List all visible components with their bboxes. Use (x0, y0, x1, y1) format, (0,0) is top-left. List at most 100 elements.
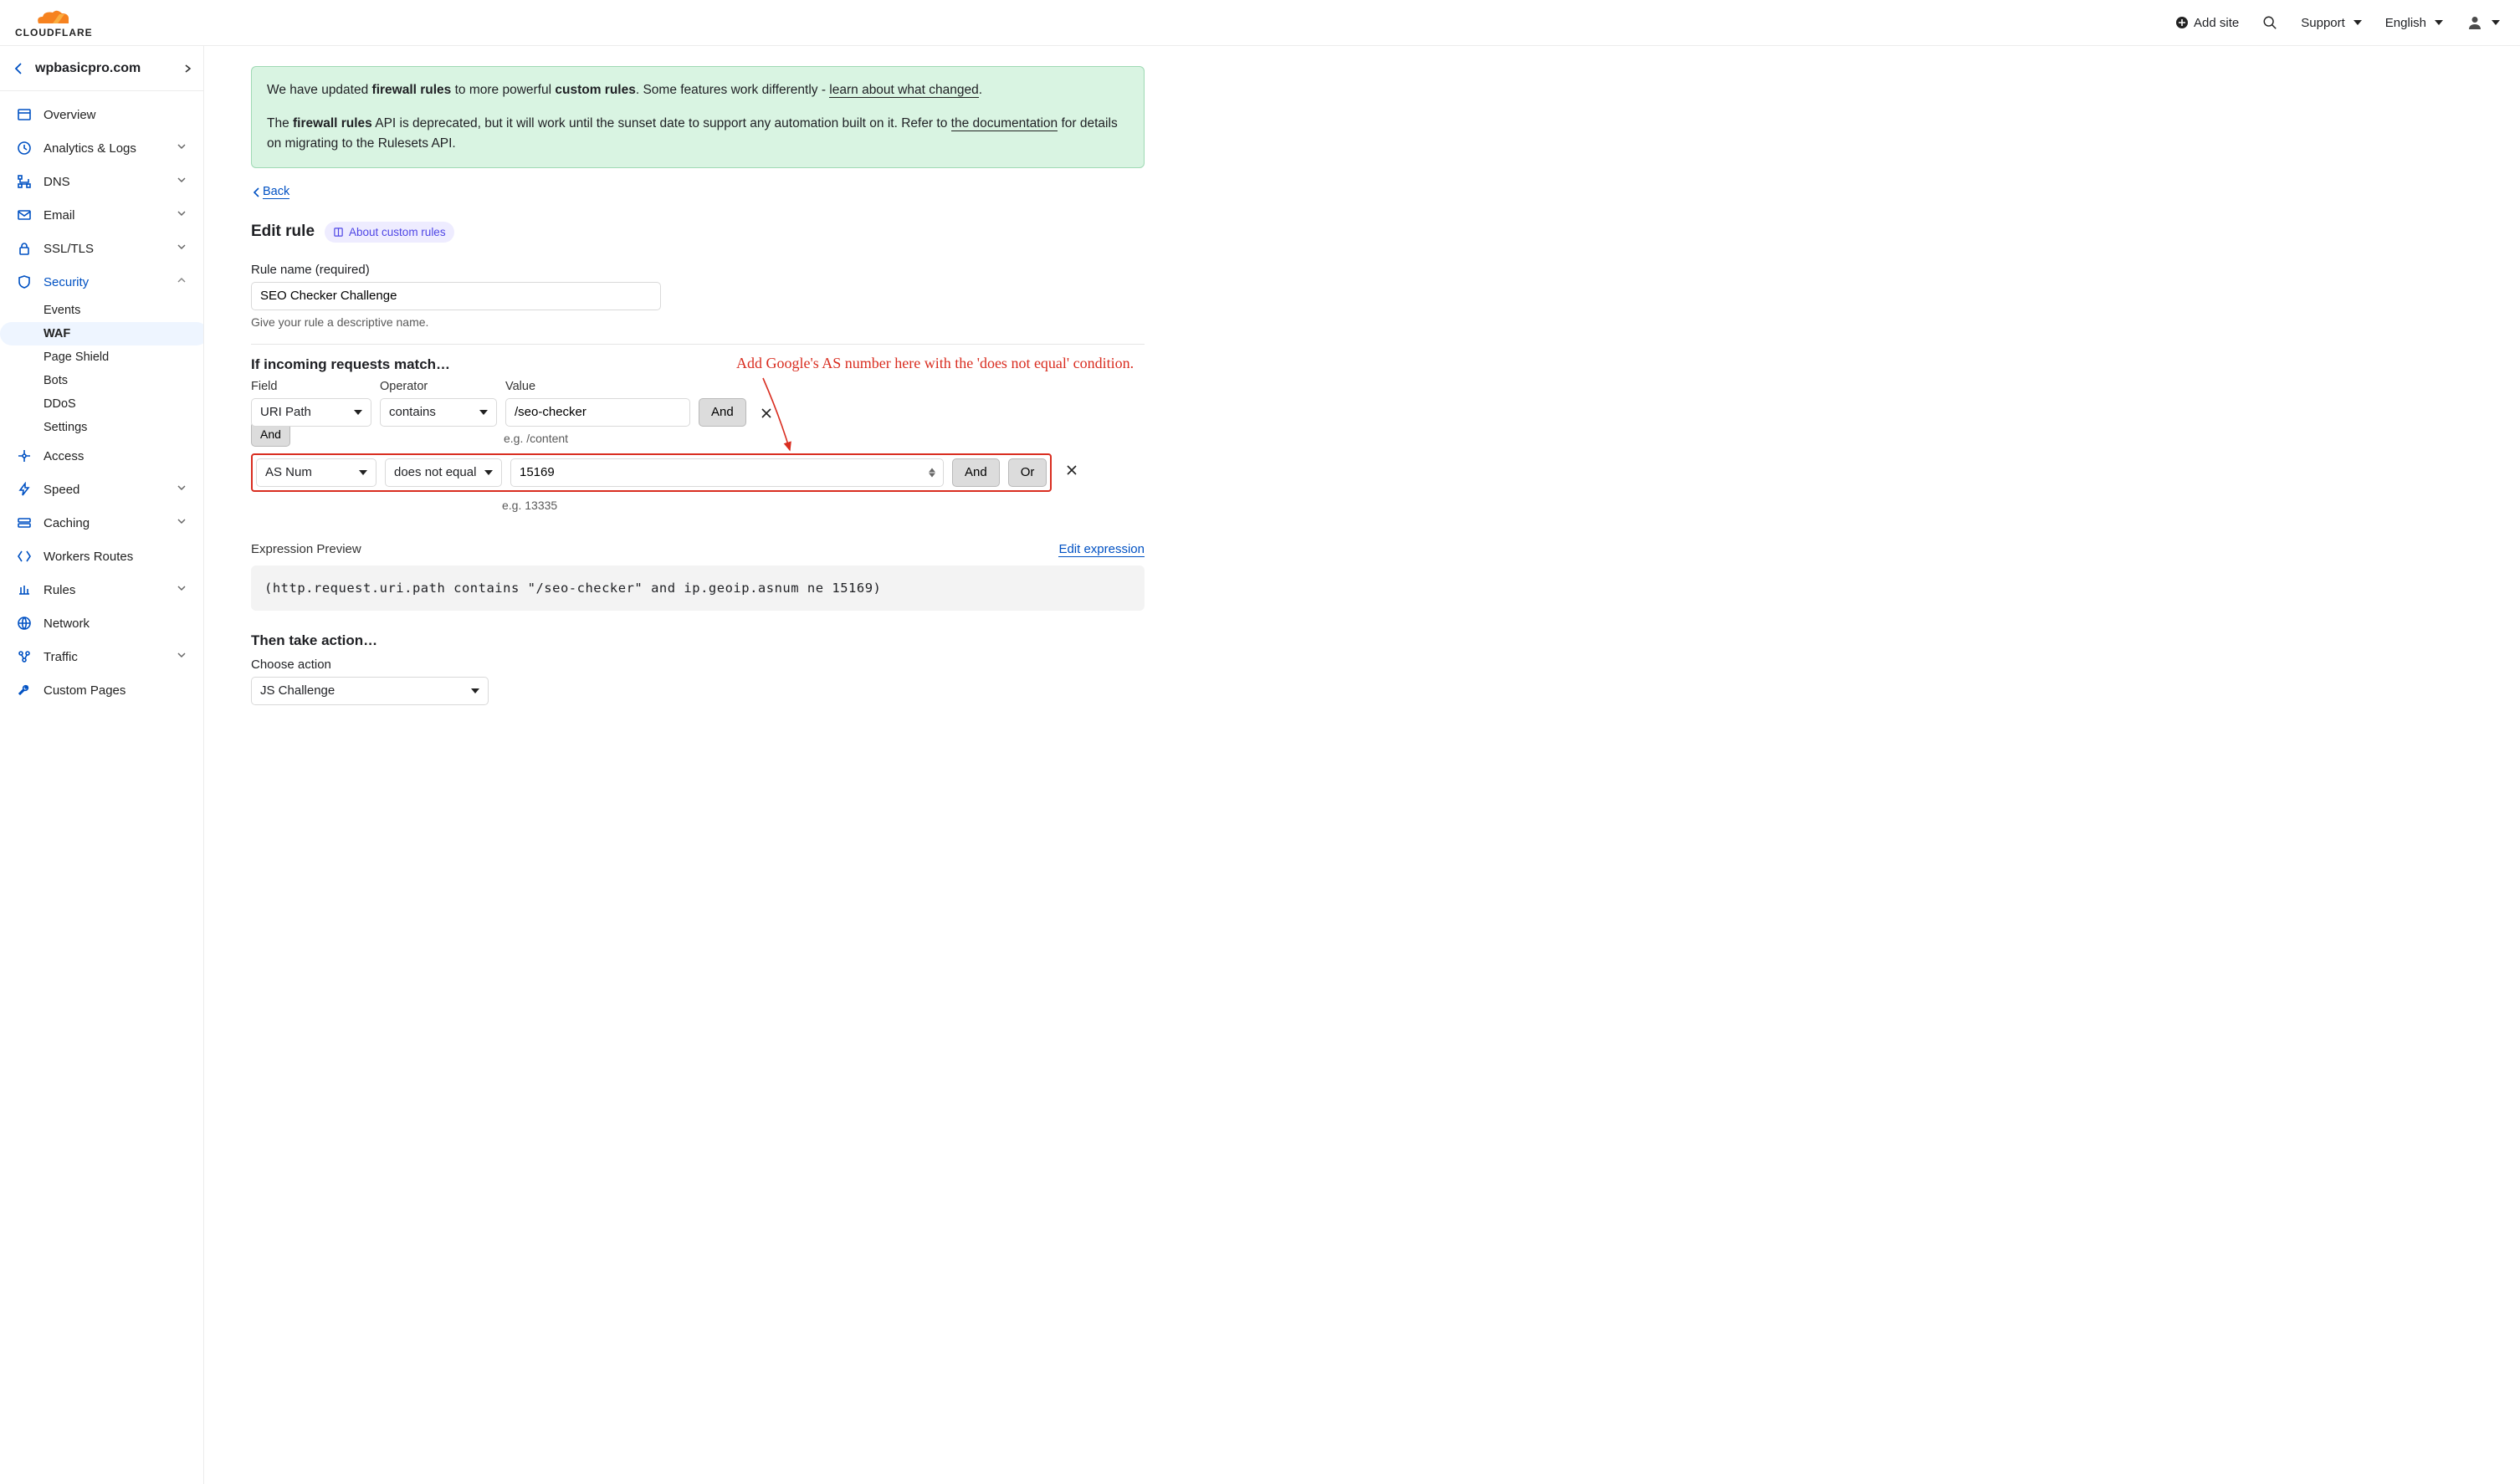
nav-ddos[interactable]: DDoS (44, 392, 203, 416)
about-rules-badge[interactable]: About custom rules (325, 222, 454, 243)
nav-dns[interactable]: DNS (0, 165, 203, 198)
nav-label: Email (44, 208, 165, 223)
top-actions: Add site Support English (2175, 14, 2500, 31)
search-button[interactable] (2262, 15, 2277, 30)
number-stepper[interactable] (929, 468, 939, 477)
nav-security-sub: Events WAF Page Shield Bots DDoS Setting… (0, 299, 203, 439)
account-menu[interactable] (2466, 14, 2500, 31)
x-icon (1065, 463, 1078, 477)
rule-name-hint: Give your rule a descriptive name. (251, 315, 1145, 329)
chevron-down-icon (177, 516, 187, 530)
nav-network[interactable]: Network (0, 606, 203, 640)
nav-settings[interactable]: Settings (44, 416, 203, 439)
wrench-icon (17, 683, 32, 698)
site-selector[interactable]: wpbasicpro.com (0, 46, 203, 91)
nav-waf[interactable]: WAF (0, 322, 203, 345)
caret-down-icon (484, 470, 493, 475)
workers-icon (17, 549, 32, 564)
nav-security[interactable]: Security (0, 265, 203, 299)
field-select-2[interactable]: AS Num (256, 458, 376, 487)
nav-label: Rules (44, 583, 165, 597)
rule-name-input[interactable] (251, 282, 661, 310)
learn-changes-link[interactable]: learn about what changed (829, 83, 978, 98)
nav-rules[interactable]: Rules (0, 573, 203, 606)
nav-email[interactable]: Email (0, 198, 203, 232)
col-value-label: Value (505, 380, 690, 393)
bolt-icon (17, 482, 32, 497)
caching-icon (17, 515, 32, 530)
action-select[interactable]: JS Challenge (251, 677, 489, 705)
field-select-1[interactable]: URI Path (251, 398, 371, 427)
book-icon (333, 227, 344, 238)
edit-expression-link[interactable]: Edit expression (1058, 542, 1145, 557)
x-icon (760, 407, 773, 420)
nav-page-shield[interactable]: Page Shield (44, 345, 203, 369)
support-dropdown[interactable]: Support (2301, 16, 2362, 30)
nav-caching[interactable]: Caching (0, 506, 203, 540)
language-dropdown[interactable]: English (2385, 16, 2443, 30)
nav-ssl[interactable]: SSL/TLS (0, 232, 203, 265)
value-example-2: e.g. 13335 (502, 499, 1145, 512)
value-input-1[interactable] (505, 398, 690, 427)
operator-select-2[interactable]: does not equal (385, 458, 502, 487)
action-value: JS Challenge (260, 683, 335, 698)
nav-label: Custom Pages (44, 683, 187, 698)
documentation-link[interactable]: the documentation (951, 116, 1058, 131)
nav-label: Caching (44, 516, 165, 530)
chevron-down-icon (177, 141, 187, 155)
nav-label: Workers Routes (44, 550, 187, 564)
value-input-2[interactable] (510, 458, 944, 487)
condition-row-1: Field URI Path Operator contains Value (251, 380, 1145, 427)
back-link[interactable]: Back (251, 185, 289, 199)
caret-down-icon (471, 688, 479, 693)
overview-icon (17, 107, 32, 122)
person-icon (2466, 14, 2483, 31)
nav-label: Network (44, 617, 187, 631)
and-button-1[interactable]: And (699, 398, 746, 427)
support-label: Support (2301, 16, 2345, 30)
rule-name-label: Rule name (required) (251, 263, 1145, 277)
operator-select-1[interactable]: contains (380, 398, 497, 427)
action-label: Choose action (251, 658, 1145, 672)
caret-right-icon (183, 64, 192, 74)
nav-workers[interactable]: Workers Routes (0, 540, 203, 573)
nav-access[interactable]: Access (0, 439, 203, 473)
page-title-row: Edit rule About custom rules (251, 222, 1145, 243)
condition-row-2: AS Num does not equal And (256, 458, 1047, 487)
nav-label: Access (44, 449, 187, 463)
or-button-2[interactable]: Or (1008, 458, 1047, 487)
chevron-up-icon (177, 275, 187, 289)
and-button-2[interactable]: And (952, 458, 1000, 487)
remove-condition-1[interactable] (755, 403, 778, 423)
nav-speed[interactable]: Speed (0, 473, 203, 506)
back-label: Back (263, 185, 289, 199)
divider (251, 344, 1145, 345)
brand-logo[interactable]: CLOUDFLARE (15, 8, 93, 38)
remove-condition-2[interactable] (1060, 460, 1083, 480)
traffic-icon (17, 649, 32, 664)
info-notice: We have updated firewall rules to more p… (251, 66, 1145, 168)
page-title: Edit rule (251, 223, 315, 241)
nav-analytics[interactable]: Analytics & Logs (0, 131, 203, 165)
nav-label: Overview (44, 108, 187, 122)
field-value: AS Num (265, 465, 312, 479)
badge-label: About custom rules (349, 226, 446, 238)
arrow-left-icon (251, 187, 263, 198)
caret-down-icon (359, 470, 367, 475)
nav-custom-pages[interactable]: Custom Pages (0, 673, 203, 707)
nav-overview[interactable]: Overview (0, 98, 203, 131)
back-arrow-icon (12, 61, 27, 76)
add-site-button[interactable]: Add site (2175, 16, 2239, 30)
language-label: English (2385, 16, 2426, 30)
nav-label: DNS (44, 175, 165, 189)
nav-label: Security (44, 275, 165, 289)
rules-icon (17, 582, 32, 597)
nav-bots[interactable]: Bots (44, 369, 203, 392)
nav-events[interactable]: Events (44, 299, 203, 322)
nav-label: Speed (44, 483, 165, 497)
nav-label: Traffic (44, 650, 165, 664)
add-site-label: Add site (2194, 16, 2239, 30)
nav-traffic[interactable]: Traffic (0, 640, 203, 673)
topbar: CLOUDFLARE Add site Support English (0, 0, 2520, 46)
nav-label: SSL/TLS (44, 242, 165, 256)
